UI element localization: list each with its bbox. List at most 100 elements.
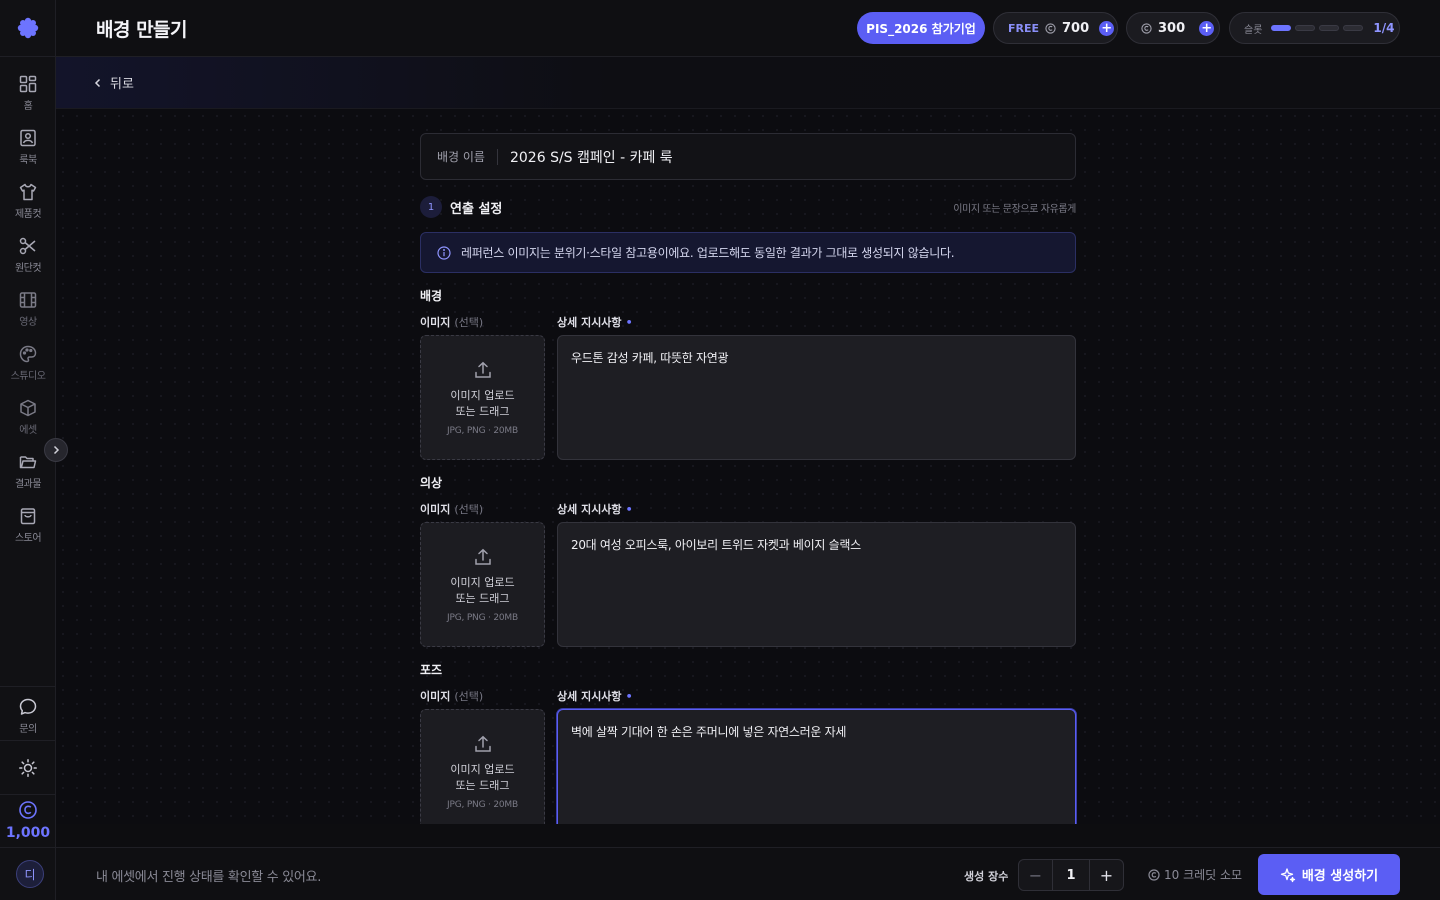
required-mark: •	[625, 503, 633, 516]
sidebar-item-fabric-shot[interactable]: 원단컷	[0, 232, 56, 282]
upload-line1: 이미지 업로드	[450, 389, 515, 402]
divider	[0, 847, 56, 848]
theme-toggle[interactable]	[0, 754, 56, 782]
sidebar-item-label: 영상	[19, 317, 37, 328]
optional-tag: (선택)	[454, 503, 484, 516]
image-label: 이미지 (선택)	[420, 314, 483, 330]
top-header: 배경 만들기 PIS_2026 참가기업 FREE 700 + 300 + 슬롯…	[56, 0, 1440, 57]
back-button[interactable]: 뒤로	[92, 73, 134, 92]
background-name-input[interactable]	[509, 148, 1030, 165]
upload-hint: JPG, PNG · 20MB	[447, 613, 518, 623]
credit-cost: 10 크레딧 소모	[1148, 866, 1242, 883]
section-title-background: 배경	[420, 289, 443, 303]
image-icon	[20, 129, 36, 147]
generate-button-label: 배경 생성하기	[1301, 869, 1379, 884]
chat-bubble-icon	[19, 698, 37, 715]
sidebar-item-label: 룩북	[19, 155, 37, 166]
divider	[0, 740, 56, 741]
slot-label: 슬롯	[1244, 24, 1263, 36]
step-header: 1 연출 설정 이미지 또는 문장으로 자유롭게	[420, 196, 1076, 218]
bag-icon	[20, 508, 36, 525]
sidebar-item-label: 원단컷	[14, 263, 42, 274]
back-label: 뒤로	[110, 77, 134, 92]
sun-icon	[19, 759, 37, 777]
sidebar-item-product-shot[interactable]: 제품컷	[0, 178, 56, 228]
divider	[0, 794, 56, 795]
background-name-label: 배경 이름	[421, 148, 498, 165]
back-bar: 뒤로	[56, 57, 1440, 109]
slot-bar	[1319, 25, 1340, 31]
detail-label: 상세 지시사항 •	[557, 501, 633, 517]
detail-input-outfit[interactable]: 20대 여성 오피스룩, 아이보리 트위드 자켓과 베이지 슬랙스	[557, 522, 1076, 647]
sidebar-item-assets[interactable]: 에셋	[0, 394, 56, 444]
decrement-button[interactable]: −	[1019, 860, 1053, 890]
generation-count-value[interactable]: 1	[1053, 860, 1089, 890]
sidebar-item-home[interactable]: 홈	[0, 70, 56, 120]
generation-count-label: 생성 장수	[964, 870, 1009, 883]
sidebar-item-lookbook[interactable]: 룩북	[0, 124, 56, 174]
upload-line2: 또는 드래그	[455, 592, 510, 605]
sidebar-expand-button[interactable]	[44, 438, 68, 462]
sparkle-icon	[1280, 867, 1295, 882]
generation-count-stepper[interactable]: − 1 +	[1018, 859, 1124, 891]
divider	[0, 56, 56, 57]
image-upload-background[interactable]: 이미지 업로드 또는 드래그 JPG, PNG · 20MB	[420, 335, 545, 460]
logo-icon[interactable]	[16, 16, 40, 40]
grid-icon	[19, 75, 37, 93]
scissors-icon	[19, 237, 36, 255]
detail-label-text: 상세 지시사항	[557, 503, 622, 516]
folder-icon	[19, 456, 37, 469]
add-free-credit-button[interactable]: +	[1099, 20, 1115, 36]
detail-label: 상세 지시사항 •	[557, 314, 633, 330]
cube-icon	[20, 399, 36, 417]
sidebar-item-store[interactable]: 스토어	[0, 502, 56, 552]
add-credit-button[interactable]: +	[1199, 20, 1215, 36]
divider	[0, 686, 56, 687]
free-credit-amount: 700	[1062, 20, 1090, 36]
detail-input-background[interactable]: 우드톤 감성 카페, 따뜻한 자연광	[557, 335, 1076, 460]
credit-cost-text: 10 크레딧 소모	[1164, 868, 1243, 882]
sidebar-item-label: 홈	[23, 101, 33, 112]
step-title: 연출 설정	[450, 201, 503, 217]
image-upload-outfit[interactable]: 이미지 업로드또는 드래그 JPG, PNG · 20MB	[420, 522, 545, 647]
upload-line1: 이미지 업로드	[450, 576, 515, 589]
credit-coin-icon	[19, 801, 37, 819]
upload-hint: JPG, PNG · 20MB	[447, 800, 518, 810]
sidebar-item-label: 결과물	[14, 479, 42, 490]
credit-coin-icon	[1148, 868, 1160, 881]
credit-balance[interactable]: 1,000	[0, 800, 56, 841]
detail-label-text: 상세 지시사항	[557, 690, 622, 703]
image-upload-pose[interactable]: 이미지 업로드 또는 드래그 JPG, PNG · 20MB	[420, 709, 545, 824]
detail-input-pose[interactable]: 벽에 살짝 기대어 한 손은 주머니에 넣은 자연스러운 자세	[557, 709, 1076, 824]
slot-indicator[interactable]: 슬롯 1/4	[1229, 12, 1400, 44]
sidebar-item-studio[interactable]: 스튜디오	[0, 340, 56, 390]
credit-coin-icon	[1141, 22, 1152, 34]
generate-background-button[interactable]: 배경 생성하기	[1258, 854, 1400, 895]
sidebar-item-video[interactable]: 영상	[0, 286, 56, 336]
free-credit-pill[interactable]: FREE 700 +	[993, 12, 1118, 44]
credit-pill[interactable]: 300 +	[1126, 12, 1220, 44]
increment-button[interactable]: +	[1089, 860, 1123, 890]
required-mark: •	[625, 690, 633, 703]
palette-icon	[19, 345, 37, 363]
slot-bar	[1271, 25, 1292, 31]
sidebar-item-label: 제품컷	[14, 209, 42, 220]
sidebar-item-label: 에셋	[19, 425, 37, 436]
upload-text: 이미지 업로드 또는 드래그	[450, 388, 514, 420]
slot-count: 1/4	[1373, 21, 1395, 35]
image-label: 이미지 (선택)	[420, 501, 483, 517]
event-badge[interactable]: PIS_2026 참가기업	[857, 12, 985, 44]
image-label-text: 이미지	[420, 690, 451, 703]
detail-label-text: 상세 지시사항	[557, 316, 622, 329]
footer-bar: 내 에셋에서 진행 상태를 확인할 수 있어요. 생성 장수 − 1 + 10 …	[56, 847, 1440, 900]
avatar[interactable]: 디	[16, 860, 44, 888]
notice-text: 레퍼런스 이미지는 분위기·스타일 참고용이에요. 업로드해도 동일한 결과가 …	[461, 246, 955, 260]
upload-text: 이미지 업로드 또는 드래그	[450, 762, 514, 794]
upload-icon	[474, 361, 491, 378]
section-title-outfit: 의상	[420, 476, 443, 490]
info-icon	[437, 245, 451, 260]
sidebar-item-inquiry[interactable]: 문의	[0, 693, 56, 743]
background-name-field[interactable]: 배경 이름	[420, 133, 1076, 180]
chevron-left-icon	[94, 78, 101, 87]
detail-label: 상세 지시사항 •	[557, 688, 633, 704]
